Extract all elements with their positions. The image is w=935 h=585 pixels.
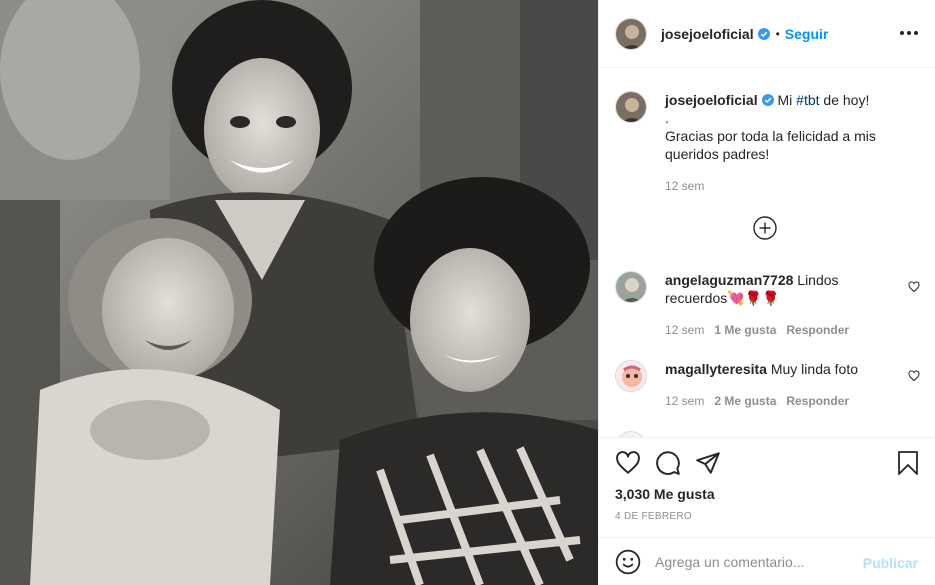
comment-meta: 12 sem 2 Me gusta Responder (665, 392, 895, 410)
caption: josejoeloficial Mi #tbt de hoy! . Gracia… (615, 91, 920, 195)
author-username[interactable]: josejoeloficial (661, 26, 754, 42)
post-side-panel: josejoeloficial • Seguir josejoeloficial… (598, 0, 935, 585)
comment-likes[interactable]: 1 Me gusta (714, 323, 776, 337)
commenter-avatar[interactable] (615, 360, 647, 392)
comment-bubble-icon[interactable] (655, 450, 681, 476)
more-options-icon[interactable] (900, 24, 918, 42)
caption-line-3: Gracias por toda la felicidad a mis quer… (665, 128, 876, 162)
comment-time[interactable]: 12 sem (665, 394, 704, 408)
caption-time[interactable]: 12 sem (665, 177, 920, 195)
emoji-smiley-icon[interactable] (615, 549, 641, 575)
save-bookmark-icon[interactable] (896, 450, 920, 476)
load-more-comments-icon[interactable] (753, 216, 777, 240)
reply-button[interactable]: Responder (786, 394, 849, 408)
comment-time[interactable]: 12 sem (665, 323, 704, 337)
post-date[interactable]: 4 DE FEBRERO (615, 511, 692, 522)
caption-line-2: . (665, 110, 669, 126)
post-photo[interactable] (0, 0, 598, 585)
action-icons (615, 450, 735, 476)
caption-username[interactable]: josejoeloficial (665, 92, 758, 108)
comment-meta: 12 sem 1 Me gusta Responder (665, 321, 895, 339)
like-heart-icon[interactable] (615, 450, 641, 476)
caption-text-before: Mi (777, 92, 797, 108)
post-header: josejoeloficial • Seguir (599, 0, 935, 68)
comment-like-heart-icon[interactable] (908, 281, 920, 293)
add-comment-bar: Publicar (599, 537, 935, 585)
publish-button[interactable]: Publicar (863, 555, 918, 571)
comment-like-heart-icon[interactable] (908, 370, 920, 382)
comment-item: magallyteresita Muy linda foto 12 sem 2 M… (615, 360, 920, 410)
comment-input[interactable] (655, 553, 855, 570)
follow-button[interactable]: Seguir (785, 26, 829, 42)
caption-text-after: de hoy! (819, 92, 870, 108)
post-actions: 3,030 Me gusta 4 DE FEBRERO (599, 437, 935, 537)
author-avatar[interactable] (615, 17, 647, 50)
commenter-username[interactable]: magallyteresita (665, 361, 767, 377)
verified-badge-icon (761, 94, 774, 106)
likes-count[interactable]: 3,030 Me gusta (615, 486, 715, 502)
comment-text: Muy linda foto (770, 361, 859, 377)
verified-badge-icon (757, 27, 770, 40)
comment-likes[interactable]: 2 Me gusta (714, 394, 776, 408)
share-plane-icon[interactable] (695, 450, 721, 476)
commenter-username[interactable]: angelaguzman7728 (665, 272, 793, 288)
reply-button[interactable]: Responder (786, 323, 849, 337)
caption-hashtag[interactable]: #tbt (796, 92, 819, 108)
comments-list[interactable]: josejoeloficial Mi #tbt de hoy! . Gracia… (599, 69, 935, 437)
comment-item: angelaguzman7728 Lindos recuerdos💘🌹🌹 12 … (615, 271, 920, 339)
separator-dot: • (775, 26, 780, 41)
commenter-avatar[interactable] (615, 271, 647, 303)
caption-avatar[interactable] (615, 91, 647, 123)
